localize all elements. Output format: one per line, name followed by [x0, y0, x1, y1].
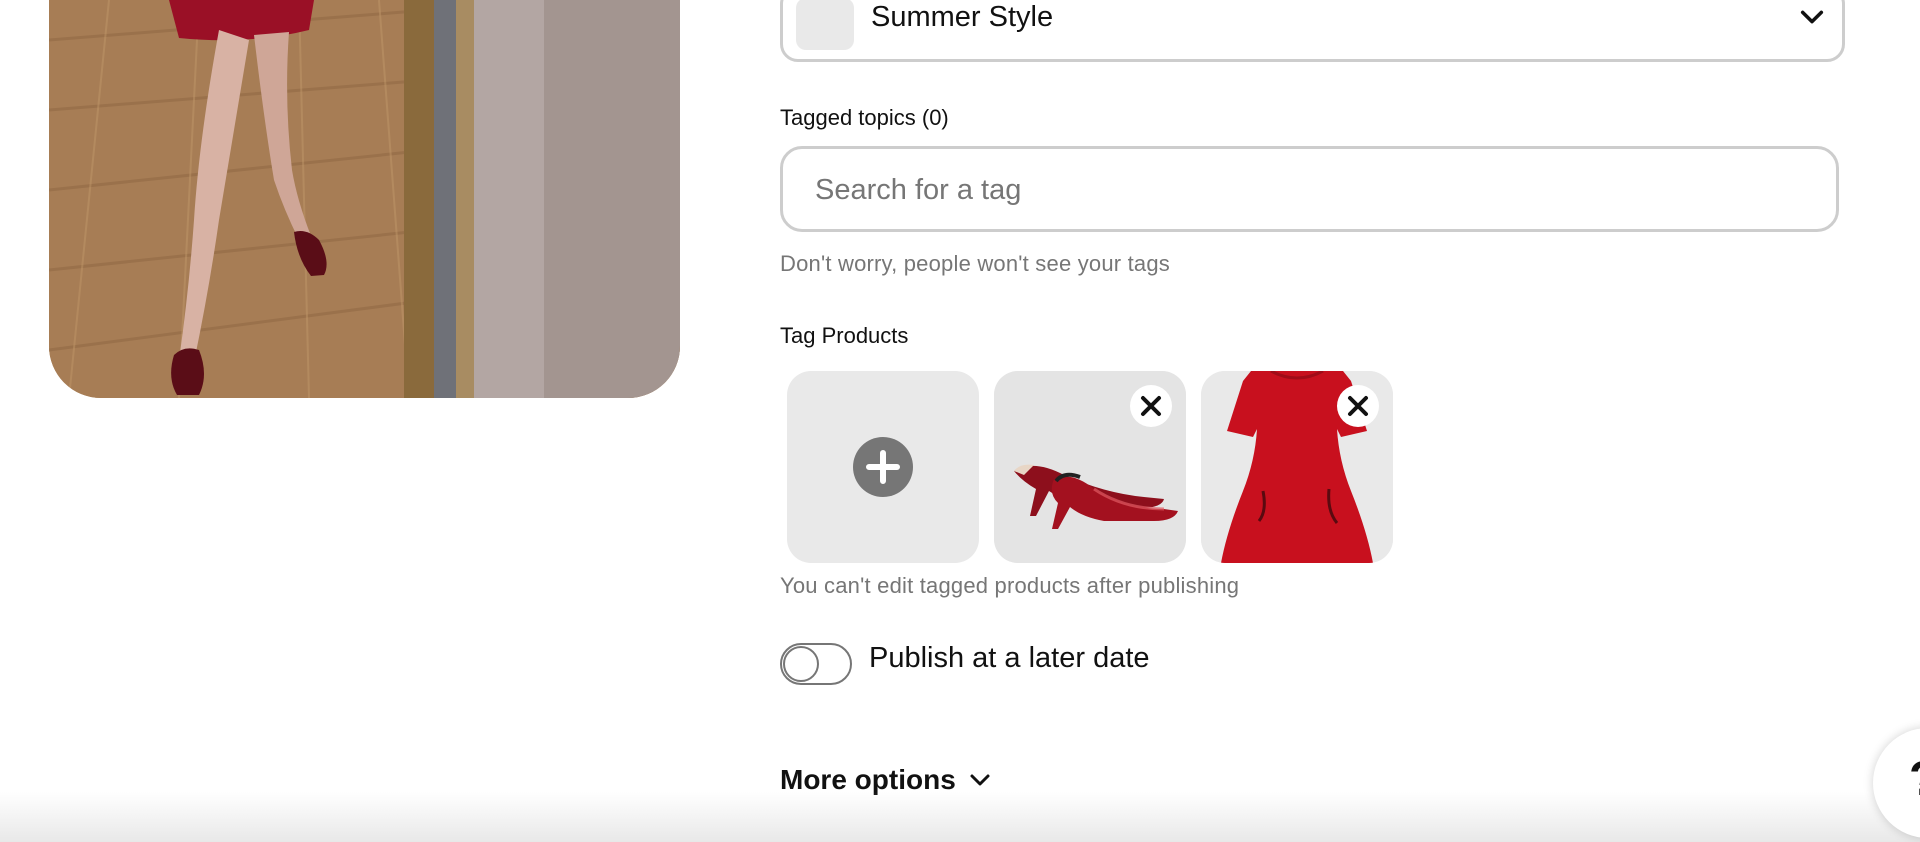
remove-product-button[interactable] — [1130, 385, 1172, 427]
publish-later-toggle[interactable] — [780, 643, 852, 685]
tag-search-field[interactable] — [780, 146, 1839, 232]
bottom-fade — [0, 792, 1920, 842]
tagged-topics-label: Tagged topics (0) — [780, 105, 949, 130]
close-icon — [1141, 396, 1161, 416]
tag-search-input[interactable] — [813, 149, 1797, 231]
tag-products-label: Tag Products — [780, 323, 909, 348]
board-select[interactable]: Summer Style — [780, 0, 1845, 62]
help-icon: ? — [1909, 756, 1920, 804]
pin-image — [49, 0, 680, 398]
pin-edit-page: Summer Style Tagged topics (0) Don't wor… — [0, 0, 1920, 842]
toggle-knob — [783, 646, 819, 682]
tags-helper-text: Don't worry, people won't see your tags — [780, 251, 1170, 276]
board-thumbnail — [796, 0, 854, 50]
add-product-button[interactable] — [787, 371, 979, 563]
tagged-product-shoes — [994, 371, 1186, 563]
publish-later-label: Publish at a later date — [869, 642, 1150, 674]
tagged-products-helper-text: You can't edit tagged products after pub… — [780, 573, 1240, 598]
pin-photo — [49, 0, 680, 398]
remove-product-button[interactable] — [1337, 385, 1379, 427]
chevron-down-icon[interactable] — [1798, 3, 1826, 31]
plus-circle-icon — [853, 437, 913, 497]
more-options-label: More options — [780, 764, 956, 795]
tagged-product-dress — [1201, 371, 1393, 563]
chevron-down-icon — [970, 774, 990, 786]
board-name: Summer Style — [871, 1, 1054, 33]
close-icon — [1348, 396, 1368, 416]
